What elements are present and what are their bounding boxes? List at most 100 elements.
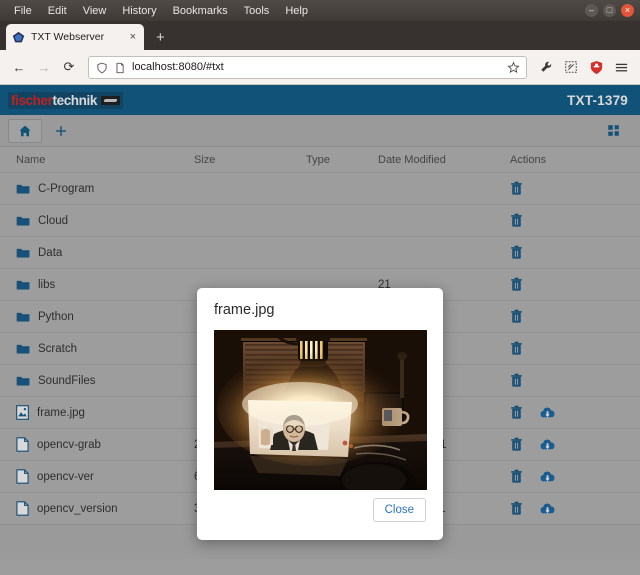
menu-bar: File Edit View History Bookmarks Tools H… <box>0 0 640 21</box>
file-name: libs <box>38 278 56 291</box>
delete-icon[interactable] <box>510 181 524 196</box>
cell-actions <box>506 469 640 484</box>
tab-close-icon[interactable]: × <box>128 31 138 43</box>
delete-icon[interactable] <box>510 437 524 452</box>
delete-icon[interactable] <box>510 213 524 228</box>
cell-actions <box>506 501 640 516</box>
cell-actions <box>506 437 640 452</box>
file-name: opencv-grab <box>37 438 101 451</box>
file-name: frame.jpg <box>37 406 85 419</box>
logo-text-technik: technik <box>52 92 97 108</box>
cell-name[interactable]: frame.jpg <box>0 405 194 420</box>
minimize-button[interactable]: – <box>585 4 598 17</box>
table-row[interactable]: Data <box>0 237 640 269</box>
cell-actions <box>506 245 640 260</box>
table-row[interactable]: Cloud <box>0 205 640 237</box>
cell-actions <box>506 181 640 196</box>
web-page-content: fischer technik TXT-1379 Name Size Type … <box>0 85 640 575</box>
brand-header: fischer technik TXT-1379 <box>0 85 640 115</box>
cell-actions <box>506 309 640 324</box>
download-icon[interactable] <box>540 469 555 484</box>
download-icon[interactable] <box>540 437 555 452</box>
delete-icon[interactable] <box>510 309 524 324</box>
image-file-icon <box>16 405 29 420</box>
column-header-actions: Actions <box>510 153 547 166</box>
file-name: SoundFiles <box>38 374 96 387</box>
logo-text-fischer: fischer <box>11 92 53 108</box>
url-bar[interactable]: localhost:8080/#txt <box>88 55 527 79</box>
menu-view[interactable]: View <box>75 2 115 20</box>
preview-image <box>214 330 427 490</box>
bookmark-star-icon[interactable] <box>507 61 520 74</box>
file-name: C-Program <box>38 182 95 195</box>
cell-name[interactable]: opencv_version <box>0 501 194 516</box>
shield-icon <box>96 61 108 74</box>
cell-actions <box>506 277 640 292</box>
download-icon[interactable] <box>540 501 555 516</box>
tab-title: TXT Webserver <box>31 31 105 43</box>
menu-history[interactable]: History <box>114 2 164 20</box>
menu-bookmarks[interactable]: Bookmarks <box>165 2 236 20</box>
menu-file[interactable]: File <box>6 2 40 20</box>
new-tab-button[interactable]: + <box>156 30 165 45</box>
cell-actions <box>506 341 640 356</box>
menu-tools[interactable]: Tools <box>236 2 278 20</box>
download-icon[interactable] <box>540 405 555 420</box>
close-window-button[interactable]: × <box>621 4 634 17</box>
cell-actions <box>506 373 640 388</box>
generic-file-icon <box>16 469 29 484</box>
add-button[interactable] <box>44 119 78 143</box>
column-header-size[interactable]: Size <box>194 154 306 166</box>
cell-name[interactable]: opencv-grab <box>0 437 194 452</box>
folder-icon <box>16 247 30 259</box>
delete-icon[interactable] <box>510 341 524 356</box>
delete-icon[interactable] <box>510 245 524 260</box>
back-button[interactable]: ← <box>8 56 30 78</box>
cell-name[interactable]: Data <box>0 247 194 259</box>
column-header-name[interactable]: Name <box>0 154 194 166</box>
window-controls: – □ × <box>585 4 634 17</box>
home-icon[interactable] <box>8 118 42 143</box>
extensions-icon[interactable] <box>560 56 582 78</box>
cell-name[interactable]: libs <box>0 279 194 291</box>
cell-name[interactable]: Scratch <box>0 343 194 355</box>
delete-icon[interactable] <box>510 501 524 516</box>
device-name: TXT-1379 <box>567 92 628 108</box>
column-header-date-modified[interactable]: Date Modified <box>378 154 506 166</box>
delete-icon[interactable] <box>510 277 524 292</box>
cell-name[interactable]: opencv-ver <box>0 469 194 484</box>
maximize-button[interactable]: □ <box>603 4 616 17</box>
delete-icon[interactable] <box>510 405 524 420</box>
folder-icon <box>16 279 30 291</box>
hamburger-menu-icon[interactable] <box>610 56 632 78</box>
table-row[interactable]: C-Program <box>0 173 640 205</box>
app-toolbar <box>0 115 640 147</box>
cell-actions <box>506 213 640 228</box>
wrench-icon[interactable] <box>535 56 557 78</box>
cell-name[interactable]: Python <box>0 311 194 323</box>
shield-adblock-icon[interactable] <box>585 56 607 78</box>
page-info-icon[interactable] <box>114 61 126 74</box>
delete-icon[interactable] <box>510 373 524 388</box>
folder-icon <box>16 183 30 195</box>
file-name: Python <box>38 310 74 323</box>
browser-window: File Edit View History Bookmarks Tools H… <box>0 0 640 575</box>
navigation-toolbar: ← → ⟳ localhost:8080/#txt <box>0 50 640 85</box>
close-button[interactable]: Close <box>372 498 426 522</box>
folder-icon <box>16 311 30 323</box>
delete-icon[interactable] <box>510 469 524 484</box>
cell-name[interactable]: Cloud <box>0 215 194 227</box>
logo-mark-icon <box>100 95 120 105</box>
menu-edit[interactable]: Edit <box>40 2 75 20</box>
cell-name[interactable]: C-Program <box>0 183 194 195</box>
reload-button[interactable]: ⟳ <box>58 56 80 78</box>
firefox-favicon-icon <box>12 31 25 44</box>
tab-txt-webserver[interactable]: TXT Webserver × <box>6 24 144 50</box>
forward-button[interactable]: → <box>33 56 55 78</box>
column-header-type[interactable]: Type <box>306 154 378 166</box>
tab-strip: TXT Webserver × + <box>0 21 640 50</box>
menu-help[interactable]: Help <box>277 2 316 20</box>
folder-icon <box>16 215 30 227</box>
cell-name[interactable]: SoundFiles <box>0 375 194 387</box>
grid-view-icon[interactable] <box>596 119 630 143</box>
